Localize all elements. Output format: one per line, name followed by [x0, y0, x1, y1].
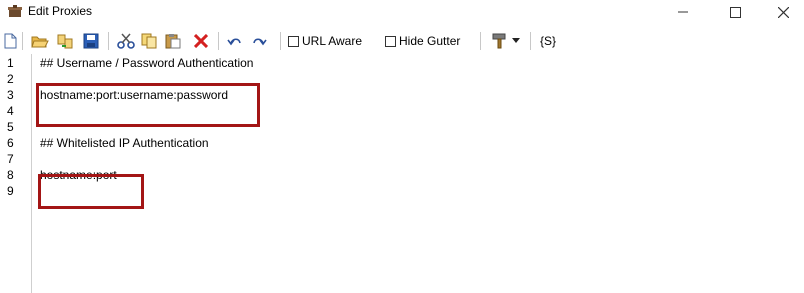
- highlight-box: [36, 83, 260, 127]
- line-number: 6: [7, 136, 14, 150]
- undo-button[interactable]: [226, 32, 244, 50]
- url-aware-label: URL Aware: [302, 34, 363, 48]
- line-number: 7: [7, 152, 14, 166]
- paste-button[interactable]: [164, 32, 182, 50]
- reload-icon: [57, 34, 73, 49]
- line-number: 1: [7, 56, 14, 70]
- tools-dropdown-button[interactable]: [488, 32, 522, 50]
- editor-line[interactable]: ## Whitelisted IP Authentication: [40, 136, 209, 150]
- line-number: 4: [7, 104, 14, 118]
- line-number-gutter: 1 2 3 4 5 6 7 8 9: [0, 54, 32, 293]
- toolbar-separator: [22, 32, 23, 50]
- toolbar-separator: [280, 32, 281, 50]
- toolbar-separator: [480, 32, 481, 50]
- hide-gutter-checkbox[interactable]: Hide Gutter: [385, 34, 460, 48]
- undo-icon: [227, 38, 241, 46]
- text-editor[interactable]: 1 2 3 4 5 6 7 8 9 ## Username / Password…: [0, 54, 804, 293]
- url-aware-checkbox[interactable]: URL Aware: [288, 34, 362, 48]
- cut-button[interactable]: [116, 32, 136, 50]
- checkbox-box[interactable]: [385, 35, 396, 47]
- redo-icon: [253, 38, 267, 46]
- close-icon: [777, 6, 789, 18]
- copy-icon: [141, 33, 157, 49]
- delete-icon: [194, 34, 208, 48]
- open-folder-icon: [31, 36, 49, 48]
- reload-button[interactable]: [55, 32, 75, 50]
- copy-button[interactable]: [140, 32, 158, 50]
- maximize-icon: [729, 6, 741, 18]
- redo-button[interactable]: [250, 32, 268, 50]
- delete-button[interactable]: [192, 32, 210, 50]
- new-file-icon: [4, 33, 16, 49]
- minimize-icon: [678, 11, 688, 13]
- paste-icon: [165, 34, 181, 49]
- toolbar-separator: [108, 32, 109, 50]
- open-button[interactable]: [30, 32, 50, 50]
- close-button[interactable]: [760, 0, 804, 24]
- highlight-box: [38, 174, 144, 209]
- editor-line[interactable]: ## Username / Password Authentication: [40, 56, 253, 70]
- hammer-icon: [492, 33, 505, 49]
- line-number: 2: [7, 72, 14, 86]
- toolbar: URL Aware Hide Gutter {S}: [0, 29, 804, 53]
- cut-icon: [117, 33, 135, 49]
- toolbar-separator: [218, 32, 219, 50]
- checkbox-box[interactable]: [288, 35, 299, 47]
- app-icon: [8, 5, 22, 17]
- new-file-button[interactable]: [2, 32, 18, 50]
- maximize-button[interactable]: [712, 0, 758, 24]
- line-number: 5: [7, 120, 14, 134]
- chevron-down-icon: [511, 38, 520, 43]
- line-number: 3: [7, 88, 14, 102]
- toolbar-separator: [530, 32, 531, 50]
- title-bar: Edit Proxies: [0, 0, 804, 24]
- save-button[interactable]: [82, 32, 100, 50]
- window-title: Edit Proxies: [28, 4, 93, 18]
- save-icon: [83, 33, 99, 49]
- line-number: 8: [7, 168, 14, 182]
- line-number: 9: [7, 184, 14, 198]
- snippet-button[interactable]: {S}: [540, 34, 556, 48]
- hide-gutter-label: Hide Gutter: [399, 34, 461, 48]
- minimize-button[interactable]: [660, 0, 706, 24]
